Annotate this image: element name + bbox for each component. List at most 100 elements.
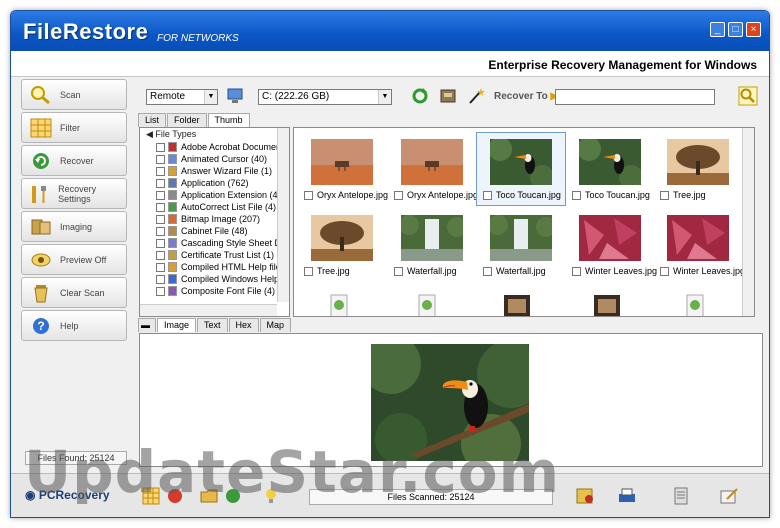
edit-document-icon[interactable] bbox=[719, 486, 739, 506]
file-type-label: Application (762) bbox=[181, 178, 249, 188]
thumbnail-checkbox[interactable] bbox=[394, 266, 403, 276]
browse-search-icon[interactable] bbox=[738, 86, 758, 106]
thumbnail-item[interactable]: Waterfall.jpg bbox=[477, 209, 565, 281]
magic-wand-icon[interactable] bbox=[466, 86, 486, 106]
file-type-row[interactable]: Cabinet File (48) bbox=[140, 225, 289, 237]
thumbnail-item[interactable]: Oryx Antelope.jpg bbox=[388, 133, 478, 205]
file-type-checkbox[interactable] bbox=[156, 202, 165, 212]
file-type-checkbox[interactable] bbox=[156, 190, 165, 200]
thumbnail-checkbox[interactable] bbox=[660, 266, 669, 276]
tab-text[interactable]: Text bbox=[197, 318, 228, 332]
thumbnail-partial[interactable] bbox=[592, 291, 622, 316]
thumbnail-filename: Waterfall.jpg bbox=[407, 266, 457, 276]
file-types-header[interactable]: ◀ File Types bbox=[140, 128, 289, 141]
thumbnail-partial[interactable] bbox=[680, 291, 710, 316]
sidebar-item-help[interactable]: ? Help bbox=[21, 310, 127, 341]
file-type-icon bbox=[168, 214, 177, 224]
thumbnail-checkbox[interactable] bbox=[394, 190, 403, 200]
thumbnail-partial[interactable] bbox=[412, 291, 442, 316]
thumbnail-grid: Oryx Antelope.jpg Oryx Antelope.jpg Toco T… bbox=[293, 127, 755, 317]
file-type-row[interactable]: Application Extension (403 bbox=[140, 189, 289, 201]
file-type-checkbox[interactable] bbox=[156, 262, 165, 272]
thumbnail-checkbox[interactable] bbox=[304, 266, 313, 276]
refresh-icon[interactable] bbox=[410, 86, 430, 106]
source-select[interactable]: Remote ▼ bbox=[146, 89, 218, 105]
file-type-checkbox[interactable] bbox=[156, 286, 165, 296]
file-type-checkbox[interactable] bbox=[156, 214, 165, 224]
thumbnail-scrollbar[interactable] bbox=[742, 128, 754, 316]
file-type-checkbox[interactable] bbox=[156, 142, 165, 152]
sidebar-item-imaging[interactable]: Imaging bbox=[21, 211, 127, 242]
file-type-row[interactable]: Bitmap Image (207) bbox=[140, 213, 289, 225]
recover-disk-icon[interactable] bbox=[575, 486, 595, 506]
tab-image[interactable]: Image bbox=[157, 318, 197, 332]
file-type-row[interactable]: AutoCorrect List File (4) bbox=[140, 201, 289, 213]
tab-thumb[interactable]: Thumb bbox=[207, 113, 250, 127]
drive-properties-icon[interactable] bbox=[438, 86, 458, 106]
sidebar-item-recover[interactable]: Recover bbox=[21, 145, 127, 176]
thumbnail-item[interactable]: Tree.jpg bbox=[298, 209, 386, 281]
thumbnail-checkbox[interactable] bbox=[572, 266, 581, 276]
file-type-checkbox[interactable] bbox=[156, 238, 165, 248]
chevron-down-icon: ▼ bbox=[378, 90, 391, 104]
thumbnail-checkbox[interactable] bbox=[304, 190, 313, 200]
file-type-row[interactable]: Adobe Acrobat Document bbox=[140, 141, 289, 153]
file-type-label: Certificate Trust List (1) bbox=[181, 250, 275, 260]
file-type-row[interactable]: Compiled Windows Help fi bbox=[140, 273, 289, 285]
file-type-checkbox[interactable] bbox=[156, 250, 165, 260]
report-icon[interactable] bbox=[671, 486, 691, 506]
tab-hex[interactable]: Hex bbox=[228, 318, 259, 332]
network-computer-icon[interactable] bbox=[226, 86, 246, 106]
file-type-label: Compiled HTML Help file ( bbox=[181, 262, 287, 272]
printer-icon[interactable] bbox=[617, 486, 637, 506]
thumbnail-item[interactable]: Toco Toucan.jpg bbox=[476, 132, 566, 206]
recover-to-input[interactable] bbox=[555, 89, 715, 105]
close-button[interactable]: × bbox=[746, 22, 761, 37]
thumbnail-checkbox[interactable] bbox=[572, 190, 581, 200]
file-type-checkbox[interactable] bbox=[156, 166, 165, 176]
tab-folder[interactable]: Folder bbox=[167, 113, 207, 127]
thumbnail-item[interactable]: Oryx Antelope.jpg bbox=[298, 133, 388, 205]
file-type-checkbox[interactable] bbox=[156, 154, 165, 164]
thumbnail-item[interactable]: Winter Leaves.jpg bbox=[654, 209, 745, 281]
file-type-row[interactable]: Certificate Trust List (1) bbox=[140, 249, 289, 261]
preview-toggle-icon[interactable]: ▬ bbox=[138, 318, 156, 332]
tab-list[interactable]: List bbox=[138, 113, 167, 127]
maximize-button[interactable]: □ bbox=[728, 22, 743, 37]
sidebar-item-scan[interactable]: Scan bbox=[21, 79, 127, 110]
grid-filter-icon bbox=[28, 117, 54, 139]
tree-vertical-scrollbar[interactable] bbox=[277, 128, 289, 302]
thumbnail-item[interactable]: Winter Leaves.jpg bbox=[566, 209, 657, 281]
thumbnail-partial[interactable] bbox=[502, 291, 532, 316]
thumbnail-item[interactable]: Tree.jpg bbox=[654, 133, 742, 205]
drive-select[interactable]: C: (222.26 GB) ▼ bbox=[258, 89, 392, 105]
sidebar-item-preview-off[interactable]: Preview Off bbox=[21, 244, 127, 275]
file-type-row[interactable]: Answer Wizard File (1) bbox=[140, 165, 289, 177]
sidebar-item-filter[interactable]: Filter bbox=[21, 112, 127, 143]
sidebar-item-label: Recovery Settings bbox=[58, 183, 97, 204]
minimize-button[interactable]: _ bbox=[710, 22, 725, 37]
file-type-checkbox[interactable] bbox=[156, 274, 165, 284]
thumbnail-item[interactable]: Waterfall.jpg bbox=[388, 209, 476, 281]
thumbnail-partial[interactable] bbox=[324, 291, 354, 316]
tab-map[interactable]: Map bbox=[259, 318, 292, 332]
sidebar-item-clear-scan[interactable]: Clear Scan bbox=[21, 277, 127, 308]
file-types-tree: ◀ File Types Adobe Acrobat Document Anima… bbox=[139, 127, 290, 317]
file-type-checkbox[interactable] bbox=[156, 226, 165, 236]
sidebar-item-recovery-settings[interactable]: Recovery Settings bbox=[21, 178, 127, 209]
thumbnail-checkbox[interactable] bbox=[660, 190, 669, 200]
file-type-row[interactable]: Composite Font File (4) bbox=[140, 285, 289, 297]
file-type-row[interactable]: Compiled HTML Help file ( bbox=[140, 261, 289, 273]
title-bar: FileRestore FOR NETWORKS _ □ × bbox=[11, 11, 769, 51]
thumbnail-caption: Waterfall.jpg bbox=[477, 266, 565, 276]
thumbnail-checkbox[interactable] bbox=[483, 266, 492, 276]
thumbnail-checkbox[interactable] bbox=[483, 190, 492, 200]
tree-horizontal-scrollbar[interactable] bbox=[140, 304, 277, 316]
file-type-row[interactable]: Cascading Style Sheet Do bbox=[140, 237, 289, 249]
file-type-checkbox[interactable] bbox=[156, 178, 165, 188]
sidebar: Scan Filter Recover Recovery Settings Im… bbox=[21, 79, 129, 459]
thumbnail-image bbox=[399, 215, 467, 261]
thumbnail-item[interactable]: Toco Toucan.jpg bbox=[566, 133, 654, 205]
file-type-row[interactable]: Animated Cursor (40) bbox=[140, 153, 289, 165]
file-type-row[interactable]: Application (762) bbox=[140, 177, 289, 189]
